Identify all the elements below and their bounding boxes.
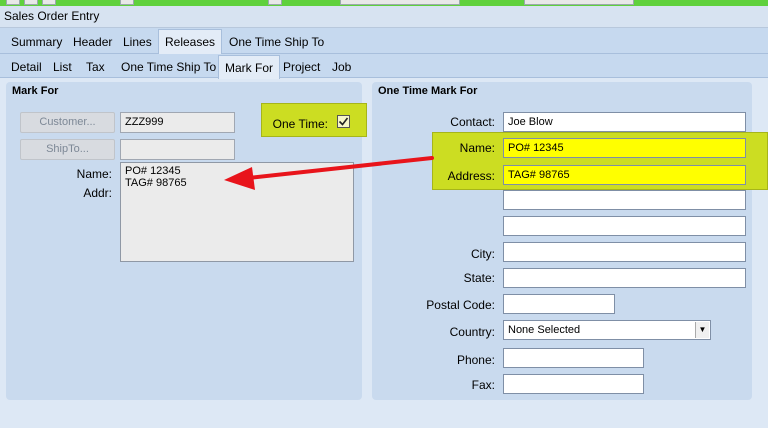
shipto-field[interactable] xyxy=(120,139,235,160)
customer-field[interactable]: ZZZ999 xyxy=(120,112,235,133)
otmf-address-line-3[interactable] xyxy=(503,216,746,236)
one-time-mark-for-title: One Time Mark For xyxy=(378,85,478,97)
mark-for-title: Mark For xyxy=(12,85,59,97)
tab-job[interactable]: Job xyxy=(326,60,357,74)
one-time-label: One Time: xyxy=(272,117,328,131)
address-line-2: TAG# 98765 xyxy=(125,177,187,189)
city-field[interactable] xyxy=(503,242,746,262)
tab-tax[interactable]: Tax xyxy=(80,60,111,74)
toolbar-field[interactable] xyxy=(340,0,460,5)
mark-for-address-box[interactable]: PO# 12345 TAG# 98765 xyxy=(120,162,354,262)
primary-tab-bar: Summary Header Lines Releases One Time S… xyxy=(0,28,768,55)
toolbar-button[interactable] xyxy=(42,0,56,5)
tab-mark-for[interactable]: Mark For xyxy=(218,55,280,79)
phone-label: Phone: xyxy=(456,353,495,367)
country-label: Country: xyxy=(449,325,495,339)
toolbar-button[interactable] xyxy=(6,0,20,5)
otmf-address-label: Address: xyxy=(447,169,495,183)
postal-code-label: Postal Code: xyxy=(426,298,495,312)
shipto-button[interactable]: ShipTo... xyxy=(20,139,115,160)
tab-summary[interactable]: Summary xyxy=(5,35,68,49)
chevron-down-icon[interactable]: ▼ xyxy=(695,322,709,338)
otmf-address-field[interactable]: TAG# 98765 xyxy=(503,165,746,185)
window-title: Sales Order Entry xyxy=(4,9,100,23)
fax-field[interactable] xyxy=(503,374,644,394)
tab-detail[interactable]: Detail xyxy=(5,60,48,74)
toolbar-button[interactable] xyxy=(24,0,38,5)
toolbar-button[interactable] xyxy=(120,0,134,5)
tab-one-time-ship-to-sub[interactable]: One Time Ship To xyxy=(115,60,222,74)
tab-lines[interactable]: Lines xyxy=(117,35,158,49)
tab-one-time-ship-to[interactable]: One Time Ship To xyxy=(223,35,330,49)
tab-header[interactable]: Header xyxy=(67,35,118,49)
mark-for-addr-label: Addr: xyxy=(83,186,112,200)
country-select-value: None Selected xyxy=(508,324,581,336)
checkmark-icon xyxy=(338,117,349,126)
toolbar-field[interactable] xyxy=(524,0,634,5)
phone-field[interactable] xyxy=(503,348,644,368)
postal-code-field[interactable] xyxy=(503,294,615,314)
mark-for-name-label: Name: xyxy=(76,167,112,181)
tab-list[interactable]: List xyxy=(47,60,78,74)
one-time-checkbox[interactable] xyxy=(337,115,350,128)
toolbar-button[interactable] xyxy=(268,0,282,5)
state-label: State: xyxy=(463,271,495,285)
contact-field[interactable]: Joe Blow xyxy=(503,112,746,132)
address-line-1: PO# 12345 xyxy=(125,165,181,177)
city-label: City: xyxy=(471,247,495,261)
contact-label: Contact: xyxy=(450,115,495,129)
otmf-name-label: Name: xyxy=(459,141,495,155)
customer-button[interactable]: Customer... xyxy=(20,112,115,133)
otmf-name-field[interactable]: PO# 12345 xyxy=(503,138,746,158)
state-field[interactable] xyxy=(503,268,746,288)
otmf-address-line-2[interactable] xyxy=(503,190,746,210)
secondary-tab-bar: Detail List Tax One Time Ship To Mark Fo… xyxy=(0,54,768,79)
fax-label: Fax: xyxy=(471,378,495,392)
tab-releases[interactable]: Releases xyxy=(158,29,223,55)
country-select[interactable]: None Selected ▼ xyxy=(503,320,711,340)
tab-project[interactable]: Project xyxy=(277,60,326,74)
window-title-bar: Sales Order Entry xyxy=(0,6,768,28)
